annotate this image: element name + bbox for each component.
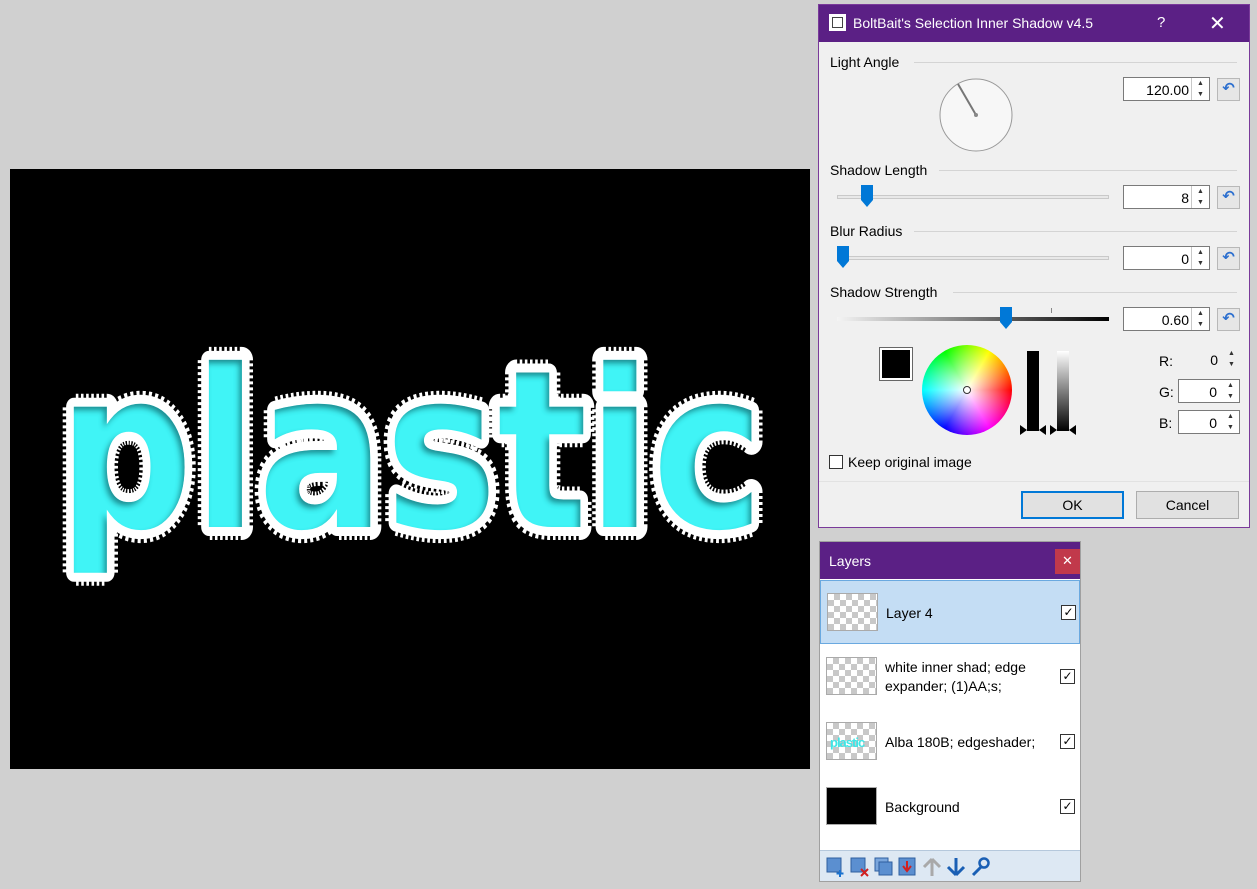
layers-toolbar <box>820 850 1080 881</box>
layers-titlebar[interactable]: Layers ✕ <box>820 542 1080 579</box>
layer-thumbnail <box>826 657 877 695</box>
shadow-strength-stepper[interactable]: ▲ ▼ <box>1191 308 1209 330</box>
green-input[interactable]: 0 ▲ ▼ <box>1178 379 1240 403</box>
layer-visibility-checkbox[interactable]: ✓ <box>1060 734 1075 749</box>
layer-thumbnail <box>826 787 877 825</box>
delete-layer-icon[interactable] <box>850 857 870 877</box>
section-divider <box>914 231 1237 232</box>
section-divider <box>953 292 1237 293</box>
shadow-length-stepper[interactable]: ▲ ▼ <box>1191 186 1209 208</box>
shadow-strength-reset-button[interactable]: ↶ <box>1217 308 1240 331</box>
value-slider-handle[interactable] <box>1020 425 1046 435</box>
layer-name: Layer 4 <box>886 605 933 621</box>
blur-radius-value: 0 <box>1181 251 1189 267</box>
red-label: R: <box>1159 353 1173 369</box>
shadow-length-input[interactable]: 8 ▲ ▼ <box>1123 185 1210 209</box>
blue-stepper[interactable]: ▲ ▼ <box>1222 411 1239 433</box>
layer-thumbnail-text: plastic <box>830 735 865 750</box>
layer-name: Alba 180B; edgeshader; <box>885 734 1036 750</box>
keep-original-label: Keep original image <box>848 454 972 470</box>
layer-row-white-inner-shad[interactable]: white inner shad; edge expander; (1)AA;s… <box>820 645 1080 709</box>
blur-radius-stepper[interactable]: ▲ ▼ <box>1191 247 1209 269</box>
layer-visibility-checkbox[interactable]: ✓ <box>1060 799 1075 814</box>
light-angle-stepper[interactable]: ▲ ▼ <box>1191 78 1209 100</box>
layers-title: Layers <box>829 553 872 569</box>
color-swatch[interactable] <box>879 347 913 381</box>
inner-shadow-dialog: BoltBait's Selection Inner Shadow v4.5 ?… <box>818 4 1250 528</box>
ok-button[interactable]: OK <box>1021 491 1124 519</box>
light-angle-value: 120.00 <box>1146 82 1189 98</box>
blur-radius-slider-track[interactable] <box>837 256 1109 260</box>
layer-name: Background <box>885 799 960 815</box>
layer-visibility-checkbox[interactable]: ✓ <box>1061 605 1076 620</box>
move-layer-down-icon[interactable] <box>946 857 966 877</box>
shadow-length-label: Shadow Length <box>830 162 928 178</box>
shadow-strength-slider-thumb[interactable] <box>1000 307 1013 329</box>
shadow-length-reset-button[interactable]: ↶ <box>1217 186 1240 209</box>
shadow-strength-label: Shadow Strength <box>830 284 938 300</box>
red-value: 0 <box>1210 352 1218 368</box>
dialog-titlebar[interactable]: BoltBait's Selection Inner Shadow v4.5 ?… <box>819 5 1249 42</box>
canvas-text: plastic <box>58 323 764 579</box>
layer-row-background[interactable]: Background ✓ <box>820 775 1080 839</box>
blur-radius-input[interactable]: 0 ▲ ▼ <box>1123 246 1210 270</box>
light-angle-reset-button[interactable]: ↶ <box>1217 78 1240 101</box>
layer-visibility-checkbox[interactable]: ✓ <box>1060 669 1075 684</box>
section-divider <box>914 62 1237 63</box>
dialog-title: BoltBait's Selection Inner Shadow v4.5 <box>853 15 1094 31</box>
layer-name: white inner shad; edge expander; (1)AA;s… <box>885 659 1026 694</box>
shadow-length-value: 8 <box>1181 190 1189 206</box>
section-divider <box>939 170 1237 171</box>
blur-radius-slider-thumb[interactable] <box>837 246 849 268</box>
color-swatch-fill <box>882 350 910 378</box>
layer-thumbnail <box>827 593 878 631</box>
shadow-length-slider-track[interactable] <box>837 195 1109 199</box>
color-wheel-marker[interactable] <box>963 386 971 394</box>
alpha-slider-handle[interactable] <box>1050 425 1076 435</box>
color-wheel[interactable] <box>922 345 1012 435</box>
red-stepper[interactable]: ▲ ▼ <box>1223 348 1240 370</box>
light-angle-label: Light Angle <box>830 54 900 70</box>
layer-row-layer-4[interactable]: Layer 4 ✓ <box>820 580 1080 644</box>
blue-input[interactable]: 0 ▲ ▼ <box>1178 410 1240 434</box>
shadow-strength-slider-track[interactable] <box>837 317 1109 321</box>
shadow-length-slider-thumb[interactable] <box>861 185 874 207</box>
blur-radius-label: Blur Radius <box>830 223 903 239</box>
layers-close-icon[interactable]: ✕ <box>1055 549 1080 574</box>
close-icon[interactable]: ✕ <box>1209 11 1226 36</box>
duplicate-layer-icon[interactable] <box>874 857 894 877</box>
effect-icon <box>829 14 846 31</box>
merge-layer-down-icon[interactable] <box>898 857 918 877</box>
value-slider[interactable] <box>1027 351 1039 431</box>
image-canvas[interactable]: plastic plastic plastic <box>10 169 810 769</box>
alpha-slider[interactable] <box>1057 351 1069 431</box>
canvas-artwork: plastic plastic plastic <box>45 310 777 592</box>
layer-thumbnail: plastic <box>826 722 877 760</box>
add-layer-icon[interactable] <box>826 857 846 877</box>
shadow-strength-value: 0.60 <box>1161 312 1189 328</box>
blue-value: 0 <box>1209 415 1217 431</box>
slider-tick <box>1051 308 1052 313</box>
red-input[interactable]: 0 ▲ ▼ <box>1178 348 1240 372</box>
blue-label: B: <box>1159 415 1173 431</box>
green-label: G: <box>1159 384 1174 400</box>
shadow-strength-input[interactable]: 0.60 ▲ ▼ <box>1123 307 1210 331</box>
light-angle-input[interactable]: 120.00 ▲ ▼ <box>1123 77 1210 101</box>
layers-panel: Layers ✕ Layer 4 ✓ white inner shad; edg… <box>819 541 1081 882</box>
help-button[interactable]: ? <box>1157 14 1165 31</box>
move-layer-up-icon[interactable] <box>922 857 942 877</box>
cancel-button[interactable]: Cancel <box>1136 491 1239 519</box>
green-stepper[interactable]: ▲ ▼ <box>1222 380 1239 402</box>
light-angle-dial[interactable] <box>938 77 1014 153</box>
layer-row-alba[interactable]: plastic Alba 180B; edgeshader; ✓ <box>820 710 1080 774</box>
keep-original-checkbox[interactable] <box>829 455 843 469</box>
layer-properties-icon[interactable] <box>970 857 990 877</box>
green-value: 0 <box>1209 384 1217 400</box>
blur-radius-reset-button[interactable]: ↶ <box>1217 247 1240 270</box>
